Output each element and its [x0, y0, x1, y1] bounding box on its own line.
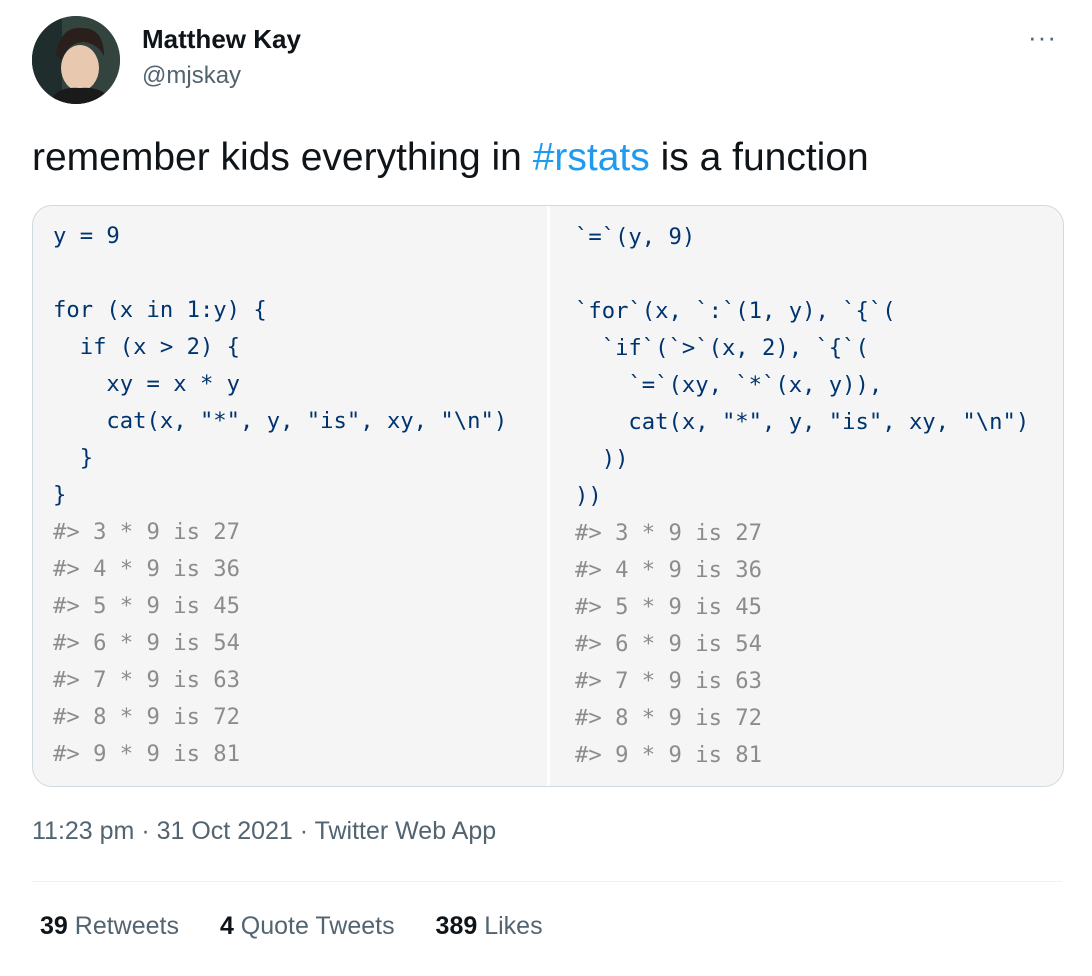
code-line: )) — [575, 446, 629, 472]
output-line: #> 8 * 9 is 72 — [53, 704, 241, 730]
code-line: if (x > 2) { — [53, 334, 241, 360]
tweet-stats: 39 Retweets 4 Quote Tweets 389 Likes — [40, 912, 577, 941]
output-line: #> 6 * 9 is 54 — [53, 630, 241, 656]
author-handle[interactable]: @mjskay — [142, 62, 241, 90]
tweet-time[interactable]: 11:23 pm — [32, 817, 134, 845]
code-panel-left: y = 9 for (x in 1:y) { if (x > 2) { xy =… — [33, 206, 547, 786]
tweet-text-before: remember kids everything in — [32, 136, 533, 179]
output-line: #> 9 * 9 is 81 — [575, 742, 763, 768]
quote-tweets-count: 4 — [219, 912, 234, 940]
code-line: )) — [575, 483, 602, 509]
output-line: #> 3 * 9 is 27 — [53, 519, 241, 545]
retweets-stat[interactable]: 39 Retweets — [40, 912, 179, 941]
profile-photo-icon — [32, 16, 120, 104]
likes-count: 389 — [435, 912, 478, 940]
divider — [32, 881, 1062, 882]
code-line: `=`(xy, `*`(x, y)), — [575, 372, 883, 398]
code-line: xy = x * y — [53, 371, 241, 397]
retweets-label: Retweets — [67, 912, 179, 940]
code-panel-right: `=`(y, 9) `for`(x, `:`(1, y), `{`( `if`(… — [550, 206, 1063, 786]
author-name[interactable]: Matthew Kay — [142, 24, 301, 55]
likes-stat[interactable]: 389 Likes — [436, 912, 543, 941]
tweet-date[interactable]: 31 Oct 2021 — [157, 817, 293, 845]
more-options-icon[interactable]: ··· — [1028, 22, 1057, 53]
hashtag-link[interactable]: #rstats — [533, 136, 650, 179]
tweet-meta: 11:23 pm · 31 Oct 2021 · Twitter Web App — [32, 817, 496, 846]
avatar[interactable] — [32, 16, 120, 104]
code-line: `for`(x, `:`(1, y), `{`( — [575, 298, 896, 324]
output-line: #> 6 * 9 is 54 — [575, 631, 763, 657]
output-line: #> 3 * 9 is 27 — [575, 520, 763, 546]
code-line: cat(x, "*", y, "is", xy, "\n") — [53, 408, 508, 434]
output-line: #> 7 * 9 is 63 — [575, 668, 763, 694]
output-line: #> 5 * 9 is 45 — [575, 594, 763, 620]
tweet-text: remember kids everything in #rstats is a… — [32, 136, 869, 180]
output-line: #> 8 * 9 is 72 — [575, 705, 763, 731]
output-line: #> 7 * 9 is 63 — [53, 667, 241, 693]
code-line: `if`(`>`(x, 2), `{`( — [575, 335, 869, 361]
quote-tweets-stat[interactable]: 4 Quote Tweets — [220, 912, 395, 941]
tweet-media[interactable]: y = 9 for (x in 1:y) { if (x > 2) { xy =… — [32, 205, 1064, 787]
quote-tweets-label: Quote Tweets — [233, 912, 395, 940]
code-line: cat(x, "*", y, "is", xy, "\n") — [575, 409, 1030, 435]
output-line: #> 4 * 9 is 36 — [575, 557, 763, 583]
meta-separator: · — [292, 817, 315, 845]
code-block-left: y = 9 for (x in 1:y) { if (x > 2) { xy =… — [53, 218, 507, 773]
code-line: y = 9 — [53, 223, 120, 249]
meta-separator: · — [134, 817, 157, 845]
code-block-right: `=`(y, 9) `for`(x, `:`(1, y), `{`( `if`(… — [575, 219, 1029, 774]
output-line: #> 4 * 9 is 36 — [53, 556, 241, 582]
likes-label: Likes — [477, 912, 543, 940]
output-line: #> 5 * 9 is 45 — [53, 593, 241, 619]
tweet-source[interactable]: Twitter Web App — [315, 817, 497, 845]
code-line: } — [53, 482, 67, 508]
code-line: } — [53, 445, 94, 471]
output-line: #> 9 * 9 is 81 — [53, 741, 241, 767]
code-line: for (x in 1:y) { — [53, 297, 267, 323]
retweets-count: 39 — [40, 912, 68, 940]
code-line: `=`(y, 9) — [575, 224, 696, 250]
tweet-text-after: is a function — [649, 136, 869, 179]
